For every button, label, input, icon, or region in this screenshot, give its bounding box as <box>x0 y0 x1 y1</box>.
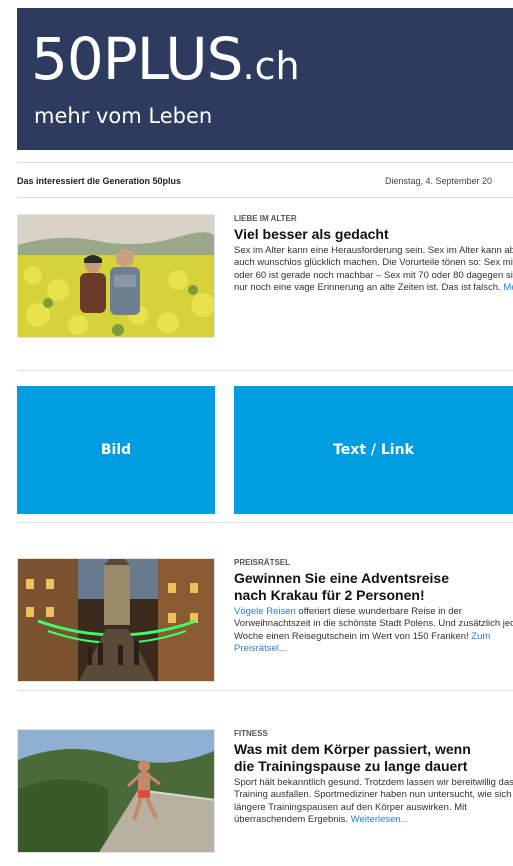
tagline: Das interessiert die Generation 50plus <box>17 176 182 186</box>
article-image[interactable] <box>17 558 215 682</box>
sponsor-link[interactable]: Vögele Reisen <box>234 606 296 617</box>
article-text: LIEBE IM ALTER Viel besser als gedacht S… <box>234 214 513 295</box>
headline-line: Was mit dem Körper passiert, wenn <box>234 740 471 757</box>
image-placeholder: Bild <box>17 386 215 514</box>
divider <box>17 522 513 523</box>
article-teaser-love: LIEBE IM ALTER Viel besser als gedacht S… <box>17 214 513 354</box>
christmas-street-image <box>18 559 214 681</box>
current-date: Dienstag, 4. September 20 <box>385 176 493 186</box>
teaser-text: Sex im Alter kann eine Herausforderung s… <box>234 244 513 294</box>
text-link-placeholder-label: Text / Link <box>333 442 414 458</box>
article-image[interactable] <box>17 729 215 853</box>
logo-text: 50PLUS <box>31 25 243 93</box>
runner-image <box>18 730 214 852</box>
site-logo[interactable]: 50PLUS.ch <box>31 30 300 88</box>
site-slogan: mehr vom Leben <box>34 104 213 128</box>
read-more-link[interactable]: Mehr... <box>503 282 513 293</box>
headline-line: Viel besser als gedacht <box>234 225 389 242</box>
article-kicker: LIEBE IM ALTER <box>234 214 297 223</box>
read-more-link[interactable]: Weiterlesen... <box>351 814 409 825</box>
logo-tld: .ch <box>242 44 300 88</box>
couple-in-field-image <box>18 215 214 337</box>
article-image[interactable] <box>17 214 215 338</box>
article-teaser: Sex im Alter kann eine Herausforderung s… <box>234 245 513 295</box>
headline-line: die Trainingspause zu lange dauert <box>234 757 468 774</box>
article-headline[interactable]: Was mit dem Körper passiert, wenn die Tr… <box>234 741 513 775</box>
divider <box>17 370 513 371</box>
headline-line: Gewinnen Sie eine Adventsreise <box>234 569 450 586</box>
article-text: FITNESS Was mit dem Körper passiert, wen… <box>234 729 513 827</box>
divider <box>17 690 513 691</box>
article-headline[interactable]: Viel besser als gedacht <box>234 226 513 243</box>
article-teaser: Vögele Reisen offeriert diese wunderbare… <box>234 606 513 656</box>
article-headline[interactable]: Gewinnen Sie eine Adventsreise nach Krak… <box>234 570 513 604</box>
article-kicker: FITNESS <box>234 729 268 738</box>
article-teaser-quiz: PREISRÄTSEL Gewinnen Sie eine Adventsrei… <box>17 558 513 682</box>
article-teaser-fitness: FITNESS Was mit dem Körper passiert, wen… <box>17 729 513 866</box>
image-placeholder-label: Bild <box>100 442 132 458</box>
date-bar: Das interessiert die Generation 50plus D… <box>17 162 513 198</box>
article-teaser: Sport hält bekanntlich gesund. Trotzdem … <box>234 777 513 827</box>
headline-line: nach Krakau für 2 Personen! <box>234 586 425 603</box>
article-text: PREISRÄTSEL Gewinnen Sie eine Adventsrei… <box>234 558 513 656</box>
text-link-placeholder: Text / Link <box>234 386 513 514</box>
site-header: 50PLUS.ch mehr vom Leben <box>17 8 513 150</box>
article-kicker: PREISRÄTSEL <box>234 558 291 567</box>
